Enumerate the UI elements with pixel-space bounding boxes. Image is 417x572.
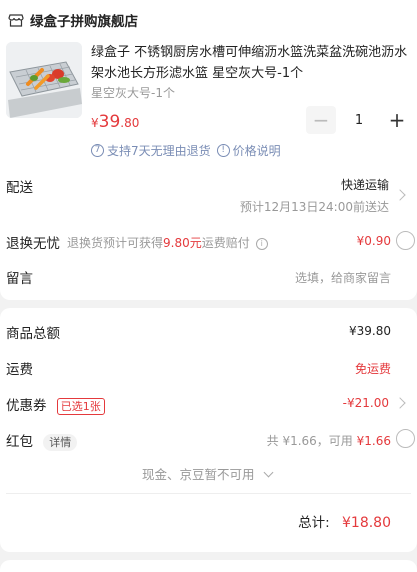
dish-rack-image: [6, 42, 82, 118]
coupon-value[interactable]: -¥21.00: [343, 396, 389, 410]
return-policy-text[interactable]: 支持7天无理由退货: [107, 142, 211, 159]
return-worry-radio[interactable]: [396, 231, 415, 250]
price-symbol: ¥: [91, 116, 99, 130]
quantity-stepper: − 1 +: [306, 106, 412, 134]
shop-name[interactable]: 绿盒子拼购旗舰店: [30, 10, 138, 30]
shop-header[interactable]: 绿盒子拼购旗舰店: [8, 10, 138, 30]
delivery-label: 配送: [6, 180, 33, 196]
message-input[interactable]: 选填，给商家留言: [295, 269, 391, 286]
coupon-selected-tag: 已选1张: [56, 398, 105, 415]
next-section-card: [0, 560, 417, 572]
total-amount-value: ¥39.80: [349, 324, 391, 338]
store-icon: [8, 14, 24, 27]
delivery-eta: 预计12月13日24:00前送达: [239, 200, 389, 214]
order-item-card: 绿盒子拼购旗舰店 绿盒子 不锈钢厨房水槽可伸缩沥水篮洗菜盆洗碗池沥水架水池长方形…: [0, 0, 417, 300]
info-icon[interactable]: i: [255, 237, 268, 250]
coupon-chevron-icon[interactable]: [394, 397, 406, 409]
return-worry-desc: 退换货预计可获得9.80元运费赔付 i: [67, 234, 268, 251]
decrease-button[interactable]: −: [306, 106, 336, 134]
grand-total: 总计: ¥18.80: [298, 515, 391, 531]
summary-divider: [6, 493, 411, 494]
price-decimal: .80: [120, 116, 140, 130]
total-amount-label: 商品总额: [6, 326, 60, 342]
product-price: ¥39.80: [91, 112, 139, 132]
seven-day-return-icon: 7: [91, 143, 104, 157]
delivery-method[interactable]: 快递运输: [341, 176, 389, 193]
redpacket-radio[interactable]: [396, 429, 415, 448]
redpacket-detail-button[interactable]: 详情: [43, 434, 78, 451]
price-note-link[interactable]: 价格说明: [233, 142, 281, 159]
product-title[interactable]: 绿盒子 不锈钢厨房水槽可伸缩沥水篮洗菜盆洗碗池沥水架水池长方形滤水篮 星空灰大号…: [91, 42, 411, 84]
product-image[interactable]: [6, 42, 82, 118]
unavailable-note[interactable]: 现金、京豆暂不可用: [142, 464, 273, 483]
price-info-icon: !: [216, 143, 230, 157]
price-integer: 39: [98, 112, 121, 132]
order-summary-card: 商品总额 ¥39.80 运费 免运费 优惠券 已选1张 -¥21.00 红包 详…: [0, 308, 417, 552]
redpacket-desc: 共 ¥1.66，可用 ¥1.66: [266, 434, 391, 448]
product-spec[interactable]: 星空灰大号-1个: [91, 84, 175, 101]
coupon-label: 优惠券 已选1张: [6, 394, 105, 415]
delivery-chevron-icon[interactable]: [394, 189, 406, 201]
return-worry-price: ¥0.90: [356, 234, 391, 248]
chevron-down-icon: [263, 467, 273, 478]
shipping-value: 免运费: [354, 362, 391, 376]
service-row: 7 支持7天无理由退货 ! 价格说明: [91, 141, 281, 159]
quantity-value[interactable]: 1: [336, 106, 382, 134]
redpacket-label: 红包 详情: [6, 430, 78, 451]
message-label: 留言: [6, 271, 33, 287]
increase-button[interactable]: +: [382, 106, 412, 134]
return-worry-label: 退换无忧: [6, 236, 60, 252]
shipping-label: 运费: [6, 362, 33, 378]
